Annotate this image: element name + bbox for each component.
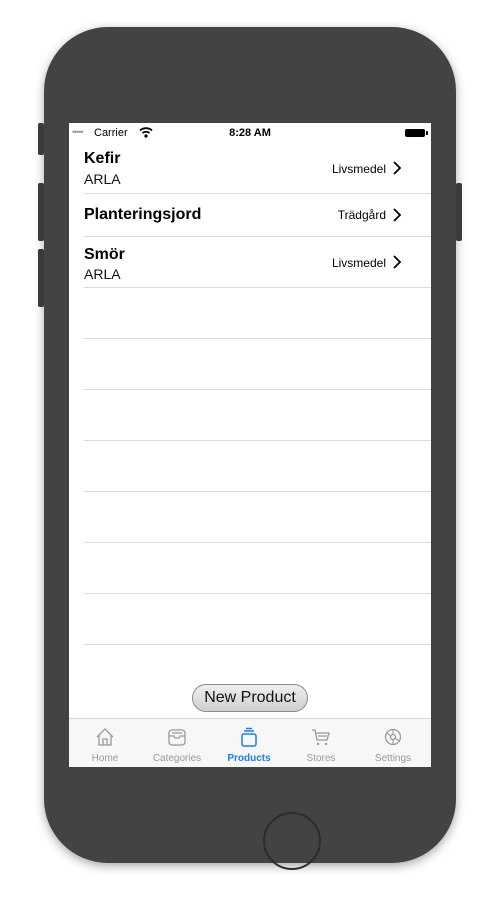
tab-home[interactable]: Home bbox=[69, 719, 141, 767]
chevron-right-icon bbox=[393, 161, 402, 175]
chevron-right-icon bbox=[393, 208, 402, 222]
tab-label: Categories bbox=[152, 753, 202, 764]
product-list: Kefir ARLA Livsmedel Planteringsjord Trä… bbox=[69, 143, 431, 645]
power-button bbox=[456, 183, 462, 241]
tab-label: Settings bbox=[374, 753, 412, 764]
home-button[interactable] bbox=[263, 812, 321, 870]
tab-label: Products bbox=[227, 753, 271, 764]
status-bar: ••••• Carrier 8:28 AM bbox=[69, 123, 431, 143]
volume-up-button bbox=[38, 183, 44, 241]
empty-row bbox=[69, 390, 431, 441]
row-separator bbox=[84, 644, 431, 645]
empty-row bbox=[69, 339, 431, 390]
product-brand: ARLA bbox=[84, 266, 121, 282]
mute-switch bbox=[38, 123, 44, 155]
product-row-smor[interactable]: Smör ARLA Livsmedel bbox=[69, 237, 431, 288]
battery-icon bbox=[405, 129, 428, 137]
product-name: Smör bbox=[84, 246, 125, 263]
tab-label: Home bbox=[91, 753, 119, 764]
cart-icon bbox=[312, 729, 330, 746]
app-screen: ••••• Carrier 8:28 AM Kefir ARLA Livsmed… bbox=[69, 123, 431, 767]
tab-categories[interactable]: Categories bbox=[141, 719, 213, 767]
tab-bar: Home Categories Products Stores Settings bbox=[69, 718, 431, 767]
empty-row bbox=[69, 543, 431, 594]
tab-products[interactable]: Products bbox=[213, 719, 285, 767]
gear-icon bbox=[384, 728, 402, 746]
empty-row bbox=[69, 441, 431, 492]
product-brand: ARLA bbox=[84, 171, 121, 187]
tab-label: Stores bbox=[306, 753, 336, 764]
product-row-kefir[interactable]: Kefir ARLA Livsmedel bbox=[69, 143, 431, 194]
empty-row bbox=[69, 492, 431, 543]
home-icon bbox=[96, 728, 114, 746]
product-category: Trädgård bbox=[337, 208, 386, 222]
stack-icon bbox=[241, 727, 257, 747]
new-product-button[interactable]: New Product bbox=[192, 684, 308, 712]
product-category: Livsmedel bbox=[331, 256, 386, 270]
empty-row bbox=[69, 594, 431, 645]
product-name: Planteringsjord bbox=[84, 206, 202, 223]
product-category: Livsmedel bbox=[331, 162, 386, 176]
tray-icon bbox=[168, 729, 186, 746]
tab-stores[interactable]: Stores bbox=[285, 719, 357, 767]
product-name: Kefir bbox=[84, 150, 121, 167]
tab-settings[interactable]: Settings bbox=[357, 719, 429, 767]
empty-row bbox=[69, 288, 431, 339]
volume-down-button bbox=[38, 249, 44, 307]
chevron-right-icon bbox=[393, 255, 402, 269]
status-time: 8:28 AM bbox=[229, 127, 271, 139]
product-row-planteringsjord[interactable]: Planteringsjord Trädgård bbox=[69, 194, 431, 237]
